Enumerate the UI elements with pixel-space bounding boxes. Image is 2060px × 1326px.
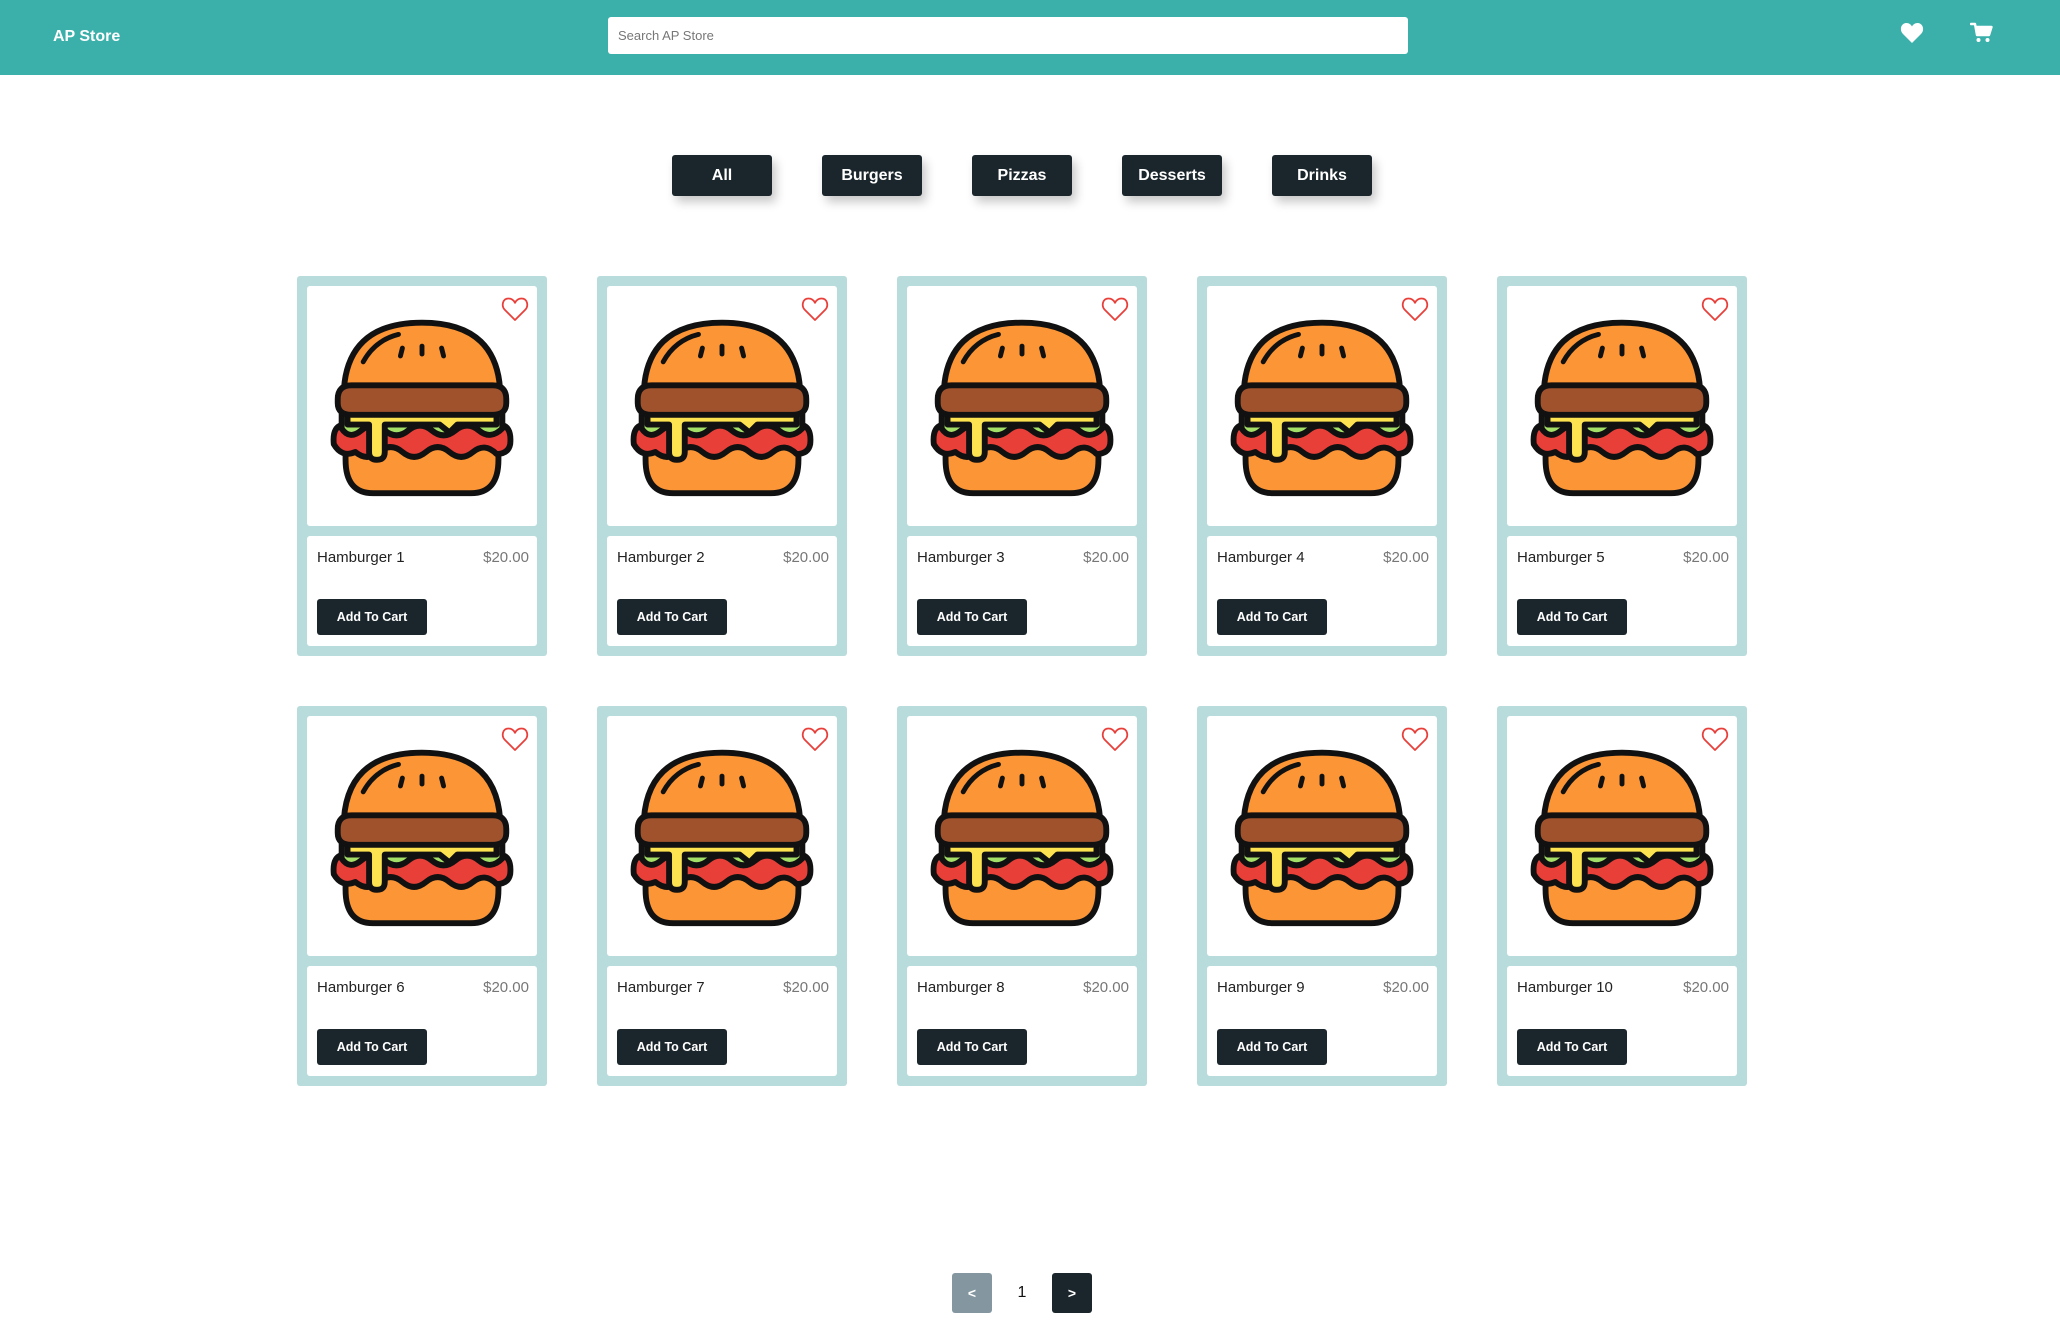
product-price: $20.00 — [1383, 979, 1429, 996]
product-info-panel: Hamburger 4 $20.00 Add To Cart — [1207, 536, 1437, 646]
product-card[interactable]: Hamburger 9 $20.00 Add To Cart — [1197, 706, 1447, 1086]
add-to-cart-button[interactable]: Add To Cart — [1217, 1029, 1327, 1065]
next-page-button[interactable]: > — [1052, 1273, 1092, 1313]
product-name: Hamburger 6 — [317, 979, 405, 996]
add-to-cart-button[interactable]: Add To Cart — [617, 599, 727, 635]
product-price: $20.00 — [483, 549, 529, 566]
product-name: Hamburger 2 — [617, 549, 705, 566]
cart-icon[interactable] — [1970, 22, 1994, 44]
product-card[interactable]: Hamburger 10 $20.00 Add To Cart — [1497, 706, 1747, 1086]
hamburger-icon — [324, 733, 520, 933]
product-price: $20.00 — [1083, 979, 1129, 996]
product-card[interactable]: Hamburger 6 $20.00 Add To Cart — [297, 706, 547, 1086]
add-to-cart-button[interactable]: Add To Cart — [1217, 599, 1327, 635]
product-info-panel: Hamburger 1 $20.00 Add To Cart — [307, 536, 537, 646]
product-image-panel — [1207, 716, 1437, 956]
hamburger-icon — [324, 303, 520, 503]
product-info-panel: Hamburger 10 $20.00 Add To Cart — [1507, 966, 1737, 1076]
filter-burgers-button[interactable]: Burgers — [822, 155, 922, 196]
hamburger-icon — [1524, 303, 1720, 503]
wishlist-heart-icon[interactable] — [1900, 22, 1924, 44]
filter-drinks-button[interactable]: Drinks — [1272, 155, 1372, 196]
store-logo[interactable]: AP Store — [53, 26, 120, 48]
product-image-panel — [607, 716, 837, 956]
product-name: Hamburger 10 — [1517, 979, 1613, 996]
product-image-panel — [1507, 716, 1737, 956]
product-image-panel — [1507, 286, 1737, 526]
favorite-heart-icon[interactable] — [1101, 726, 1129, 752]
product-info-panel: Hamburger 8 $20.00 Add To Cart — [907, 966, 1137, 1076]
product-image-panel — [307, 286, 537, 526]
product-price: $20.00 — [783, 549, 829, 566]
product-info-panel: Hamburger 5 $20.00 Add To Cart — [1507, 536, 1737, 646]
previous-page-button[interactable]: < — [952, 1273, 992, 1313]
product-name: Hamburger 1 — [317, 549, 405, 566]
hamburger-icon — [624, 303, 820, 503]
favorite-heart-icon[interactable] — [1701, 296, 1729, 322]
product-name: Hamburger 9 — [1217, 979, 1305, 996]
favorite-heart-icon[interactable] — [1401, 296, 1429, 322]
product-info-panel: Hamburger 2 $20.00 Add To Cart — [607, 536, 837, 646]
current-page-number: 1 — [1017, 1284, 1027, 1301]
product-name: Hamburger 4 — [1217, 549, 1305, 566]
product-name: Hamburger 3 — [917, 549, 1005, 566]
hamburger-icon — [1224, 733, 1420, 933]
favorite-heart-icon[interactable] — [1701, 726, 1729, 752]
add-to-cart-button[interactable]: Add To Cart — [917, 599, 1027, 635]
hamburger-icon — [924, 733, 1120, 933]
product-card[interactable]: Hamburger 4 $20.00 Add To Cart — [1197, 276, 1447, 656]
hamburger-icon — [1224, 303, 1420, 503]
product-grid: Hamburger 1 $20.00 Add To Cart Hamburger 2 $… — [297, 276, 1747, 1086]
product-card[interactable]: Hamburger 7 $20.00 Add To Cart — [597, 706, 847, 1086]
product-card[interactable]: Hamburger 5 $20.00 Add To Cart — [1497, 276, 1747, 656]
category-filter-bar: All Burgers Pizzas Desserts Drinks — [672, 155, 1372, 196]
product-info-panel: Hamburger 3 $20.00 Add To Cart — [907, 536, 1137, 646]
product-card[interactable]: Hamburger 8 $20.00 Add To Cart — [897, 706, 1147, 1086]
product-name: Hamburger 8 — [917, 979, 1005, 996]
product-name: Hamburger 7 — [617, 979, 705, 996]
product-price: $20.00 — [1083, 549, 1129, 566]
product-info-panel: Hamburger 6 $20.00 Add To Cart — [307, 966, 537, 1076]
product-price: $20.00 — [1683, 549, 1729, 566]
product-price: $20.00 — [783, 979, 829, 996]
product-price: $20.00 — [1683, 979, 1729, 996]
product-info-panel: Hamburger 9 $20.00 Add To Cart — [1207, 966, 1437, 1076]
add-to-cart-button[interactable]: Add To Cart — [317, 1029, 427, 1065]
search-input[interactable] — [608, 17, 1408, 54]
product-image-panel — [607, 286, 837, 526]
top-navbar: AP Store — [0, 0, 2060, 75]
pagination: < 1 > — [952, 1273, 1092, 1313]
product-price: $20.00 — [1383, 549, 1429, 566]
product-image-panel — [1207, 286, 1437, 526]
favorite-heart-icon[interactable] — [801, 726, 829, 752]
product-name: Hamburger 5 — [1517, 549, 1605, 566]
product-image-panel — [307, 716, 537, 956]
product-card[interactable]: Hamburger 1 $20.00 Add To Cart — [297, 276, 547, 656]
add-to-cart-button[interactable]: Add To Cart — [1517, 599, 1627, 635]
favorite-heart-icon[interactable] — [1101, 296, 1129, 322]
add-to-cart-button[interactable]: Add To Cart — [617, 1029, 727, 1065]
add-to-cart-button[interactable]: Add To Cart — [317, 599, 427, 635]
hamburger-icon — [1524, 733, 1720, 933]
filter-pizzas-button[interactable]: Pizzas — [972, 155, 1072, 196]
product-card[interactable]: Hamburger 2 $20.00 Add To Cart — [597, 276, 847, 656]
favorite-heart-icon[interactable] — [801, 296, 829, 322]
favorite-heart-icon[interactable] — [501, 726, 529, 752]
add-to-cart-button[interactable]: Add To Cart — [1517, 1029, 1627, 1065]
favorite-heart-icon[interactable] — [501, 296, 529, 322]
product-price: $20.00 — [483, 979, 529, 996]
filter-all-button[interactable]: All — [672, 155, 772, 196]
hamburger-icon — [624, 733, 820, 933]
product-card[interactable]: Hamburger 3 $20.00 Add To Cart — [897, 276, 1147, 656]
product-info-panel: Hamburger 7 $20.00 Add To Cart — [607, 966, 837, 1076]
filter-desserts-button[interactable]: Desserts — [1122, 155, 1222, 196]
hamburger-icon — [924, 303, 1120, 503]
product-image-panel — [907, 286, 1137, 526]
favorite-heart-icon[interactable] — [1401, 726, 1429, 752]
product-image-panel — [907, 716, 1137, 956]
add-to-cart-button[interactable]: Add To Cart — [917, 1029, 1027, 1065]
